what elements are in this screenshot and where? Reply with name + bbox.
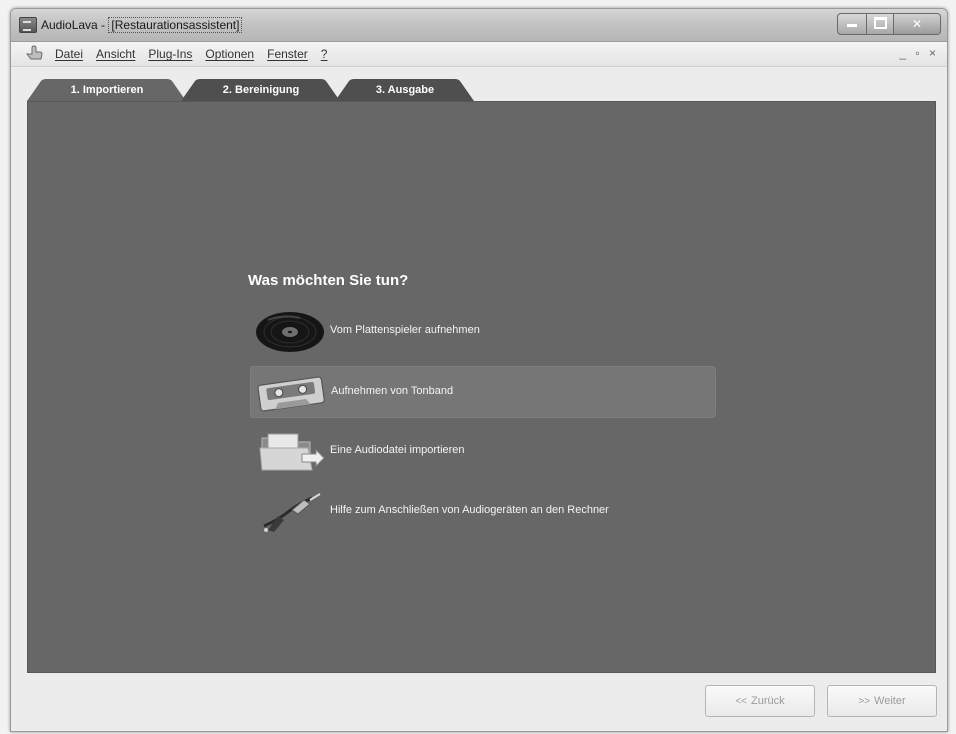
back-arrow-icon: << <box>735 696 748 707</box>
close-icon: ✕ <box>911 17 923 31</box>
next-button[interactable]: >> Weiter <box>827 685 937 717</box>
option-label: Aufnehmen von Tonband <box>331 385 454 397</box>
tab-label: 3. Ausgabe <box>375 84 435 96</box>
tab-importieren[interactable]: 1. Importieren <box>27 79 187 101</box>
tab-label: 2. Bereinigung <box>222 84 300 96</box>
option-connect-help[interactable]: Hilfe zum Anschließen von Audiogeräten a… <box>250 486 714 536</box>
vinyl-record-icon <box>256 312 324 352</box>
audio-cable-icon <box>263 493 321 532</box>
app-name: AudioLava - <box>41 18 109 32</box>
next-label: Weiter <box>874 695 906 707</box>
wizard-tabs: 1. Importieren 2. Bereinigung 3. Ausgabe <box>25 79 935 101</box>
wizard-panel: Was möchten Sie tun? Vom Plattenspieler … <box>27 101 936 673</box>
mdi-window-controls[interactable]: _ ▫ × <box>899 46 939 60</box>
menu-optionen[interactable]: Optionen <box>205 47 254 61</box>
maximize-icon <box>873 17 887 29</box>
back-label: Zurück <box>751 695 785 707</box>
app-window: AudioLava - [Restaurationsassistent] ✕ D… <box>10 8 948 732</box>
tab-label: 1. Importieren <box>70 84 144 96</box>
hand-tool-icon[interactable] <box>25 45 43 61</box>
window-controls: ✕ <box>837 13 941 35</box>
menu-help[interactable]: ? <box>321 47 328 61</box>
option-label: Hilfe zum Anschließen von Audiogeräten a… <box>330 504 609 516</box>
menu-items: Datei Ansicht Plug-Ins Optionen Fenster … <box>55 47 327 61</box>
minimize-icon <box>847 24 857 27</box>
window-title: AudioLava - [Restaurationsassistent] <box>41 17 243 33</box>
option-record-tape[interactable]: Aufnehmen von Tonband <box>250 366 716 418</box>
menu-ansicht[interactable]: Ansicht <box>96 47 135 61</box>
cassette-tape-icon <box>257 376 325 412</box>
document-title: [Restaurationsassistent] <box>108 17 243 33</box>
app-icon <box>19 17 37 33</box>
close-button[interactable]: ✕ <box>894 13 941 35</box>
menu-fenster[interactable]: Fenster <box>267 47 308 61</box>
menu-datei[interactable]: Datei <box>55 47 83 61</box>
minimize-button[interactable] <box>837 13 867 35</box>
next-arrow-icon: >> <box>858 696 871 707</box>
option-label: Vom Plattenspieler aufnehmen <box>330 324 480 336</box>
tab-bereinigung[interactable]: 2. Bereinigung <box>181 79 341 101</box>
back-button[interactable]: << Zurück <box>705 685 815 717</box>
menu-bar: Datei Ansicht Plug-Ins Optionen Fenster … <box>11 42 947 67</box>
option-record-turntable[interactable]: Vom Plattenspieler aufnehmen <box>250 306 714 356</box>
maximize-button[interactable] <box>867 13 894 35</box>
tab-ausgabe[interactable]: 3. Ausgabe <box>335 79 475 101</box>
option-import-file[interactable]: Eine Audiodatei importieren <box>250 426 714 476</box>
option-label: Eine Audiodatei importieren <box>330 444 465 456</box>
menu-plug-ins[interactable]: Plug-Ins <box>148 47 192 61</box>
wizard-question: Was möchten Sie tun? <box>248 272 409 289</box>
title-bar[interactable]: AudioLava - [Restaurationsassistent] ✕ <box>11 9 947 42</box>
folder-import-icon <box>259 433 325 471</box>
